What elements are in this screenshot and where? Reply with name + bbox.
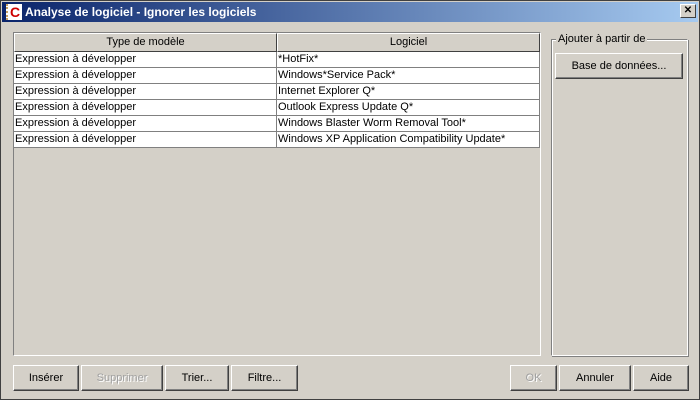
type-cell[interactable]: Expression à développer [14,84,277,100]
table-row[interactable]: Expression à développer Windows XP Applic… [14,132,540,148]
type-cell[interactable]: Expression à développer [14,116,277,132]
help-button[interactable]: Aide [633,365,689,391]
window-title: Analyse de logiciel - Ignorer les logici… [25,5,257,19]
software-cell[interactable]: Internet Explorer Q* [277,84,540,100]
database-button[interactable]: Base de données... [555,53,683,79]
ignore-software-table[interactable]: Type de modèle Logiciel Expression à dév… [13,32,541,356]
software-cell[interactable]: Windows Blaster Worm Removal Tool* [277,116,540,132]
filter-button[interactable]: Filtre... [231,365,298,391]
table-row[interactable]: Expression à développer Outlook Express U… [14,100,540,116]
type-cell[interactable]: Expression à développer [14,100,277,116]
cancel-button[interactable]: Annuler [559,365,631,391]
ok-button[interactable]: OK [510,365,557,391]
app-icon: C [6,4,22,20]
column-header-type[interactable]: Type de modèle [14,33,277,52]
close-button[interactable]: ✕ [680,4,696,18]
type-cell[interactable]: Expression à développer [14,132,277,148]
add-from-group [551,39,688,356]
column-header-software[interactable]: Logiciel [277,33,540,52]
software-cell[interactable]: Windows*Service Pack* [277,68,540,84]
software-cell[interactable]: Windows XP Application Compatibility Upd… [277,132,540,148]
delete-button[interactable]: Supprimer [81,365,163,391]
table-row[interactable]: Expression à développer Windows Blaster W… [14,116,540,132]
table-row[interactable]: Expression à développer Internet Explorer… [14,84,540,100]
sort-button[interactable]: Trier... [165,365,229,391]
software-cell[interactable]: Outlook Express Update Q* [277,100,540,116]
insert-button[interactable]: Insérer [13,365,79,391]
title-bar: C Analyse de logiciel - Ignorer les logi… [2,2,698,22]
type-cell[interactable]: Expression à développer [14,52,277,68]
table-header: Type de modèle Logiciel [14,33,540,52]
type-cell[interactable]: Expression à développer [14,68,277,84]
table-row[interactable]: Expression à développer *HotFix* [14,52,540,68]
table-row[interactable]: Expression à développer Windows*Service P… [14,68,540,84]
add-from-label: Ajouter à partir de [556,33,648,45]
software-cell[interactable]: *HotFix* [277,52,540,68]
